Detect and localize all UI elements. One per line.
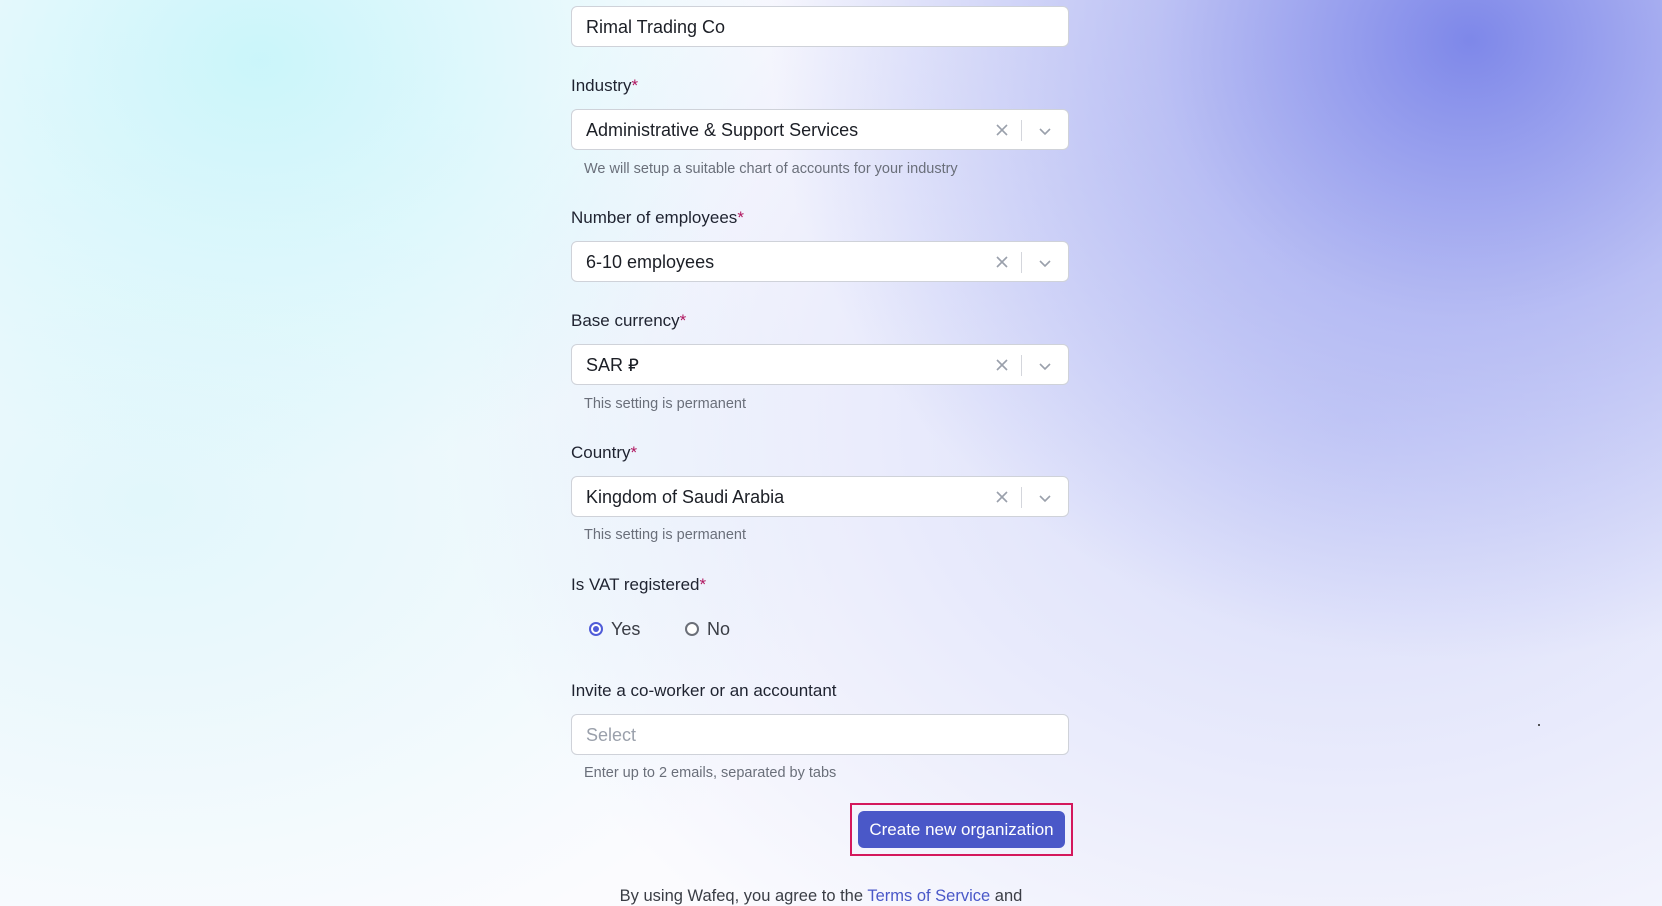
invite-placeholder: Select <box>586 725 637 745</box>
invite-email-input[interactable]: Select <box>571 714 1069 755</box>
country-select[interactable]: Kingdom of Saudi Arabia <box>571 476 1069 517</box>
terms-footer: By using Wafeq, you agree to the Terms o… <box>571 886 1071 906</box>
footer-prefix: By using Wafeq, you agree to the <box>619 887 864 905</box>
footer-suffix: and <box>994 887 1023 905</box>
select-divider <box>1021 355 1022 376</box>
clear-icon[interactable] <box>994 489 1010 505</box>
currency-label-text: Base currency <box>571 311 680 330</box>
chevron-down-icon[interactable] <box>1037 255 1053 271</box>
chevron-down-icon[interactable] <box>1037 358 1053 374</box>
stray-dot <box>1538 724 1540 726</box>
country-label-text: Country <box>571 443 631 462</box>
country-help: This setting is permanent <box>584 527 746 543</box>
industry-select[interactable]: Administrative & Support Services <box>571 109 1069 150</box>
currency-select[interactable]: SAR ⃁ <box>571 344 1069 385</box>
select-divider <box>1021 120 1022 141</box>
currency-value: SAR ⃁ <box>586 355 639 375</box>
required-mark: * <box>631 76 639 95</box>
employees-label: Number of employees* <box>571 207 744 229</box>
employees-label-text: Number of employees <box>571 208 738 227</box>
industry-help: We will setup a suitable chart of accoun… <box>584 161 958 177</box>
vat-no-label: No <box>707 618 731 639</box>
chevron-down-icon[interactable] <box>1037 490 1053 506</box>
clear-icon[interactable] <box>994 122 1010 138</box>
vat-label-text: Is VAT registered <box>571 575 700 594</box>
currency-label: Base currency* <box>571 310 686 332</box>
vat-label: Is VAT registered* <box>571 574 706 596</box>
create-organization-button[interactable]: Create new organization <box>858 811 1065 848</box>
currency-help: This setting is permanent <box>584 396 746 412</box>
clear-icon[interactable] <box>994 254 1010 270</box>
required-mark: * <box>737 208 744 227</box>
vat-yes-radio[interactable]: Yes <box>589 618 640 640</box>
chevron-down-icon[interactable] <box>1037 123 1053 139</box>
employees-value: 6-10 employees <box>586 252 715 272</box>
industry-label-text: Industry <box>571 76 632 95</box>
vat-no-radio[interactable]: No <box>685 618 730 640</box>
country-value: Kingdom of Saudi Arabia <box>586 487 785 507</box>
company-name-value: Rimal Trading Co <box>586 17 726 37</box>
country-label: Country* <box>571 442 637 464</box>
radio-checked-icon <box>589 622 603 636</box>
select-divider <box>1021 487 1022 508</box>
industry-value: Administrative & Support Services <box>586 120 859 140</box>
terms-of-service-link[interactable]: Terms of Service <box>867 887 990 905</box>
highlight-outline: Create new organization <box>850 803 1073 856</box>
radio-unchecked-icon <box>685 622 699 636</box>
required-mark: * <box>699 575 707 594</box>
vat-yes-label: Yes <box>611 618 641 639</box>
invite-label: Invite a co-worker or an accountant <box>571 681 837 700</box>
invite-help: Enter up to 2 emails, separated by tabs <box>584 765 837 781</box>
select-divider <box>1021 252 1022 273</box>
company-name-input[interactable]: Rimal Trading Co <box>571 6 1069 47</box>
required-mark: * <box>679 311 687 330</box>
clear-icon[interactable] <box>994 357 1010 373</box>
industry-label: Industry* <box>571 75 638 97</box>
required-mark: * <box>630 443 638 462</box>
employees-select[interactable]: 6-10 employees <box>571 241 1069 282</box>
